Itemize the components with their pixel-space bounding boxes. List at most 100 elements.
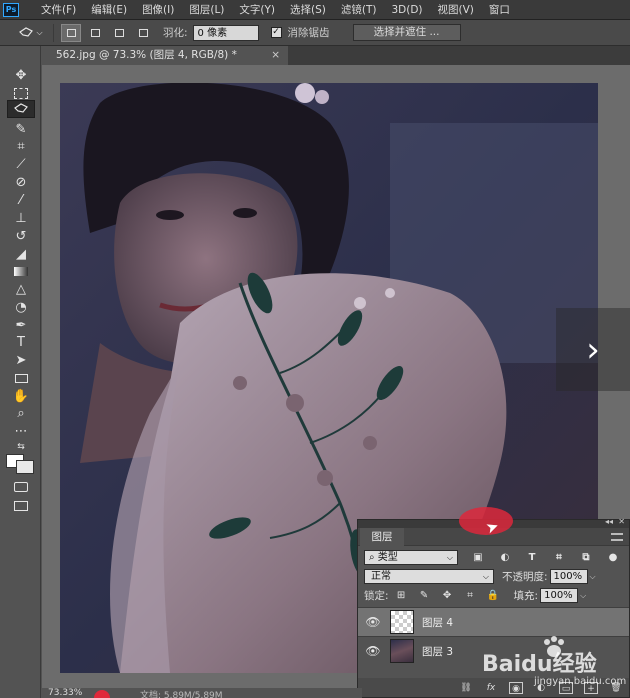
filter-type-icon[interactable]: T xyxy=(525,551,539,565)
eye-icon[interactable]: 👁 xyxy=(358,615,388,629)
lasso-tool-icon[interactable] xyxy=(7,100,35,118)
add-to-selection-button[interactable] xyxy=(85,24,105,42)
move-tool-icon[interactable]: ✥ xyxy=(7,66,35,84)
antialias-checkbox[interactable]: ✓ xyxy=(270,27,282,38)
menu-3d[interactable]: 3D(D) xyxy=(391,4,422,16)
chevron-down-icon: ⌵ xyxy=(446,553,453,562)
menu-window[interactable]: 窗口 xyxy=(489,2,510,17)
lock-transparent-icon[interactable]: ⊞ xyxy=(395,589,408,602)
feather-input[interactable]: 0 像素 xyxy=(192,24,259,41)
tab-layers[interactable]: 图层 xyxy=(360,528,404,546)
layer-name[interactable]: 图层 4 xyxy=(422,615,453,630)
eyedropper-tool-icon[interactable]: ⟋ xyxy=(7,155,35,173)
feather-label: 羽化: xyxy=(163,27,188,39)
watermark: Baidu经验 jingyan.baidu.com xyxy=(478,632,628,692)
menu-edit[interactable]: 编辑(E) xyxy=(91,2,127,17)
zoom-level[interactable]: 73.33% xyxy=(48,688,82,698)
lock-all-icon[interactable]: 🔒 xyxy=(487,589,500,602)
subtract-selection-button[interactable] xyxy=(109,24,129,42)
status-bar: 73.33% 文档: 5.89M/5.89M xyxy=(42,688,362,698)
history-brush-tool-icon[interactable]: ↺ xyxy=(7,227,35,245)
ps-logo: Ps xyxy=(3,2,19,17)
divider xyxy=(53,23,54,42)
lock-position-icon[interactable]: ✥ xyxy=(441,589,454,602)
menu-select[interactable]: 选择(S) xyxy=(290,2,326,17)
collapse-panel-icon[interactable]: ◂◂ xyxy=(605,517,613,526)
blend-mode-select[interactable]: 正常 ⌵ xyxy=(364,569,494,584)
filter-shape-icon[interactable]: ⌗ xyxy=(552,551,566,565)
next-slide-button[interactable]: › xyxy=(556,308,630,391)
close-tab-icon[interactable]: × xyxy=(271,46,280,65)
filter-toggle-icon[interactable]: ● xyxy=(606,551,620,565)
filter-adjustment-icon[interactable]: ◐ xyxy=(498,551,512,565)
clone-stamp-tool-icon[interactable]: ⊥ xyxy=(7,209,35,227)
layer-filter-row: ⌕ 类型 ⌵ ▣ ◐ T ⌗ ⧉ ● xyxy=(358,548,629,567)
lock-fill-row: 锁定: ⊞ ✎ ✥ ⌗ 🔒 填充: 100% ⌵ xyxy=(358,586,629,605)
polygonal-lasso-icon xyxy=(19,26,34,37)
tools-panel: ✥ ✎ ⌗ ⟋ ⊘ ⁄ ⊥ ↺ ◢ △ ◔ ✒ T ➤ ✋ ⌕ ⋯ ⇆ xyxy=(0,46,41,698)
antialias-label: 消除锯齿 xyxy=(287,27,330,39)
document-tab-bar: 562.jpg @ 73.3% (图层 4, RGB/8) * × xyxy=(42,46,630,65)
chevron-down-icon: ⌵ xyxy=(482,572,489,581)
new-selection-button[interactable] xyxy=(61,23,81,42)
fill-input[interactable]: 100% xyxy=(540,588,579,603)
watermark-brand: Baidu经验 xyxy=(482,652,597,677)
menu-bar: Ps 文件(F) 编辑(E) 图像(I) 图层(L) 文字(Y) 选择(S) 滤… xyxy=(0,0,630,20)
layer-thumbnail xyxy=(390,610,414,634)
background-color-swatch[interactable] xyxy=(16,460,34,474)
panel-menu-icon[interactable] xyxy=(611,533,623,541)
dodge-tool-icon[interactable]: ◔ xyxy=(7,298,35,316)
layer-name[interactable]: 图层 3 xyxy=(422,644,453,659)
crop-tool-icon[interactable]: ⌗ xyxy=(7,137,35,155)
quick-selection-tool-icon[interactable]: ✎ xyxy=(7,120,35,138)
healing-brush-tool-icon[interactable]: ⊘ xyxy=(7,173,35,191)
lock-label: 锁定: xyxy=(364,590,389,602)
lock-pixels-icon[interactable]: ✎ xyxy=(418,589,431,602)
tool-preset-picker[interactable]: ⌵ xyxy=(16,23,46,43)
gradient-tool-icon[interactable] xyxy=(7,262,35,280)
opacity-label: 不透明度: xyxy=(502,571,548,583)
blur-tool-icon[interactable]: △ xyxy=(7,280,35,298)
intersect-selection-button[interactable] xyxy=(133,24,153,42)
menu-view[interactable]: 视图(V) xyxy=(438,2,474,17)
watermark-site: jingyan.baidu.com xyxy=(534,676,627,687)
select-and-mask-button[interactable]: 选择并遮住 ... xyxy=(352,24,461,41)
layer-thumbnail xyxy=(390,639,414,663)
chevron-down-icon: ⌵ xyxy=(36,27,43,37)
eye-icon[interactable]: 👁 xyxy=(358,644,388,658)
type-tool-icon[interactable]: T xyxy=(7,333,35,351)
menu-image[interactable]: 图像(I) xyxy=(142,2,174,17)
chevron-right-icon: › xyxy=(586,329,600,370)
options-bar: ⌵ 羽化: 0 像素 ✓ 消除锯齿 选择并遮住 ... xyxy=(0,20,630,46)
hand-tool-icon[interactable]: ✋ xyxy=(7,387,35,405)
document-tab[interactable]: 562.jpg @ 73.3% (图层 4, RGB/8) * × xyxy=(42,46,288,65)
zoom-tool-icon[interactable]: ⌕ xyxy=(7,404,35,422)
rectangle-tool-icon[interactable] xyxy=(7,369,35,387)
chevron-down-icon[interactable]: ⌵ xyxy=(580,591,586,601)
opacity-input[interactable]: 100% xyxy=(549,569,588,584)
quick-mask-icon[interactable] xyxy=(7,478,35,496)
menu-file[interactable]: 文件(F) xyxy=(41,2,76,17)
fill-label: 填充: xyxy=(513,590,539,602)
brush-tool-icon[interactable]: ⁄ xyxy=(7,191,35,209)
close-panel-icon[interactable]: ✕ xyxy=(618,517,625,526)
document-tab-title: 562.jpg @ 73.3% (图层 4, RGB/8) * xyxy=(56,49,237,61)
pen-tool-icon[interactable]: ✒ xyxy=(7,316,35,334)
eraser-tool-icon[interactable]: ◢ xyxy=(7,245,35,263)
path-selection-tool-icon[interactable]: ➤ xyxy=(7,351,35,369)
filter-kind-select[interactable]: ⌕ 类型 ⌵ xyxy=(364,550,458,565)
menu-filter[interactable]: 滤镜(T) xyxy=(341,2,377,17)
filter-kind-value: 类型 xyxy=(377,552,398,563)
menu-type[interactable]: 文字(Y) xyxy=(239,2,275,17)
checkmark-icon: ✓ xyxy=(272,27,280,37)
filter-pixel-icon[interactable]: ▣ xyxy=(471,551,485,565)
chevron-down-icon[interactable]: ⌵ xyxy=(590,572,596,582)
blend-mode-value: 正常 xyxy=(371,571,391,582)
menu-layer[interactable]: 图层(L) xyxy=(189,2,224,17)
photoshop-window: Ps 文件(F) 编辑(E) 图像(I) 图层(L) 文字(Y) 选择(S) 滤… xyxy=(0,0,630,698)
screen-mode-icon[interactable] xyxy=(7,497,35,515)
filter-smartobject-icon[interactable]: ⧉ xyxy=(579,551,593,565)
link-layers-icon[interactable]: ⛓ xyxy=(459,682,473,694)
lock-artboard-icon[interactable]: ⌗ xyxy=(464,589,477,602)
blend-opacity-row: 正常 ⌵ 不透明度: 100% ⌵ xyxy=(358,567,629,586)
